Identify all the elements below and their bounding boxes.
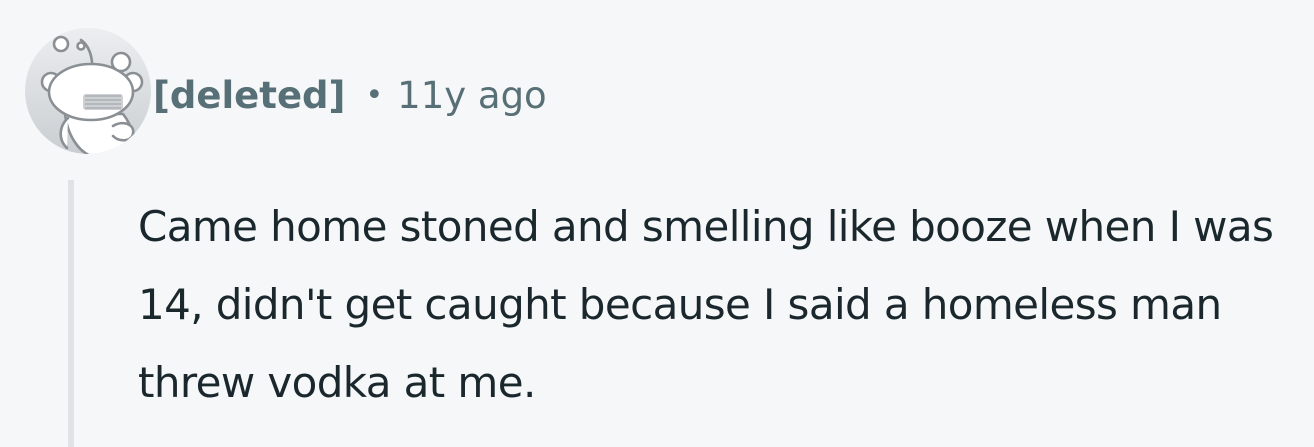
comment-body: Came home stoned and smelling like booze… (138, 202, 1274, 407)
meta-separator: • (365, 78, 384, 113)
snoo-avatar-icon[interactable] (25, 28, 151, 154)
comment: [deleted] • 11y ago Came home stoned and… (0, 0, 1314, 447)
comment-meta: [deleted] • 11y ago (153, 68, 547, 124)
comment-timestamp[interactable]: 11y ago (397, 68, 547, 124)
thread-line[interactable] (68, 180, 74, 447)
author-name[interactable]: [deleted] (153, 68, 345, 124)
